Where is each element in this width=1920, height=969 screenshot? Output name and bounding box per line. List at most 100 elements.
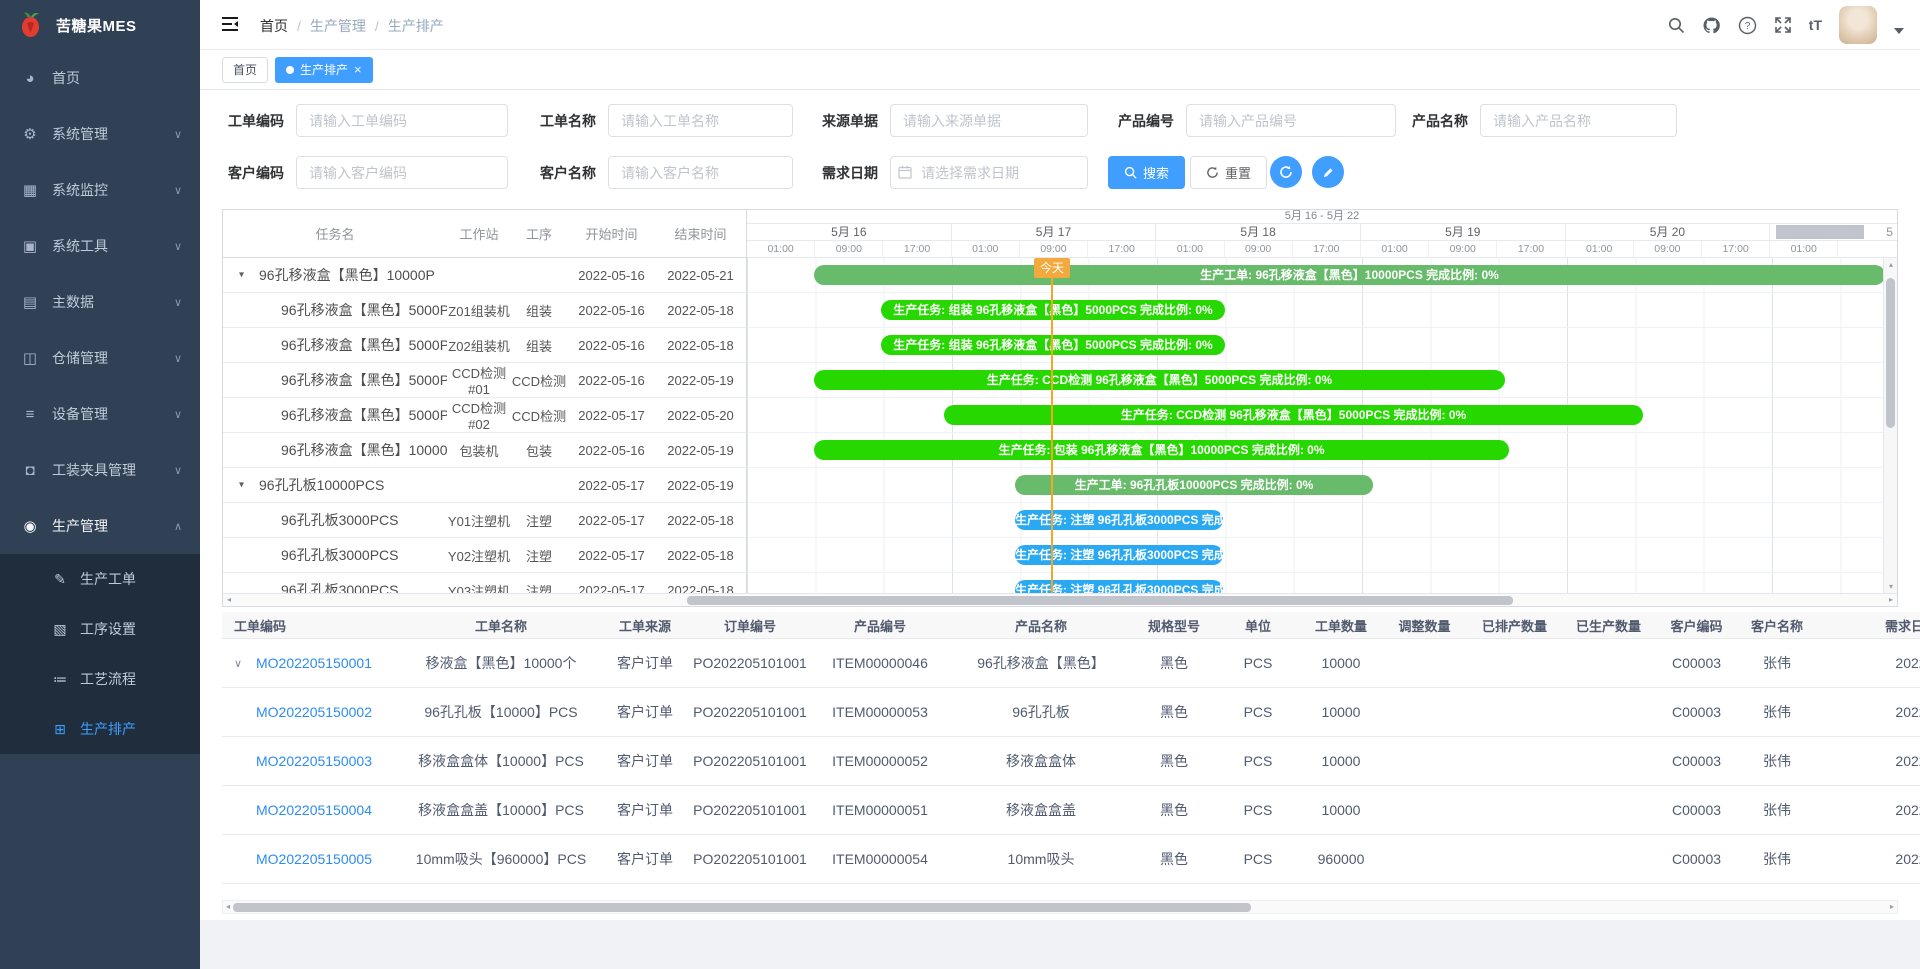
reset-button[interactable]: 重置 <box>1190 156 1267 189</box>
scroll-left-icon[interactable]: ◂ <box>226 902 230 911</box>
source-doc-input[interactable] <box>890 104 1088 137</box>
refresh-circle-button[interactable] <box>1270 156 1302 188</box>
table-row[interactable]: MO20220515000296孔孔板【10000】PCS客户订单PO20220… <box>222 688 1920 737</box>
demand-date-input[interactable] <box>890 156 1088 189</box>
filter-demand-date: 需求日期 <box>822 156 1088 189</box>
table-row[interactable]: MO202205150004移液盒盒盖【10000】PCS客户订单PO20220… <box>222 786 1920 835</box>
app-logo[interactable]: 苦糖果MES <box>0 0 200 50</box>
gantt-vertical-scrollbar[interactable]: ▴ ▾ <box>1883 258 1897 593</box>
help-icon[interactable]: ? <box>1738 16 1757 35</box>
table-col-header: 需求日期 <box>1816 616 1920 635</box>
workorder-link[interactable]: MO202205150005 <box>256 851 372 867</box>
table-cell-source: 客户订单 <box>600 800 690 820</box>
sidebar-subitem-生产排产[interactable]: ⊞生产排产 <box>0 704 200 754</box>
edit-circle-button[interactable] <box>1312 156 1344 188</box>
search-button[interactable]: 搜索 <box>1108 156 1185 189</box>
tab-production-schedule[interactable]: 生产排产 × <box>275 57 373 83</box>
app-title: 苦糖果MES <box>56 15 137 36</box>
sidebar-item-工装夹具管理[interactable]: ◘工装夹具管理∨ <box>0 442 200 498</box>
table-row[interactable]: ∨MO202205150001移液盒【黑色】10000个客户订单PO202205… <box>222 639 1920 688</box>
sidebar-toggle-icon[interactable] <box>220 14 240 34</box>
tree-collapse-icon[interactable]: ▾ <box>239 270 244 281</box>
gantt-horizontal-scrollbar[interactable]: ◂ ▸ <box>223 593 1897 606</box>
scroll-left-icon[interactable]: ◂ <box>227 595 231 604</box>
sidebar-item-首页[interactable]: ◕首页 <box>0 50 200 106</box>
gantt-hscroll-thumb[interactable] <box>687 596 1513 605</box>
sidebar-item-生产管理[interactable]: ◉生产管理∧ <box>0 498 200 554</box>
table-horizontal-scrollbar[interactable]: ◂ ▸ <box>222 900 1898 914</box>
gantt-task-row[interactable]: ▾96孔孔板10000PCS2022-05-172022-05-19 <box>223 468 746 503</box>
customer-name-input[interactable] <box>608 156 793 189</box>
scroll-right-icon[interactable]: ▸ <box>1889 595 1893 604</box>
sidebar-item-主数据[interactable]: ▤主数据∨ <box>0 274 200 330</box>
gantt-hour-header: 01:0009:0017:0001:0009:0017:0001:0009:00… <box>747 241 1897 258</box>
gantt-task-grid: 任务名 工作站 工序 开始时间 结束时间 ▾96孔移液盒【黑色】10000P20… <box>223 210 747 606</box>
gantt-task-row[interactable]: ▾96孔移液盒【黑色】10000P2022-05-162022-05-21 <box>223 258 746 293</box>
task-bar[interactable]: 生产任务: 注塑 96孔孔板3000PCS 完成 <box>1015 545 1223 565</box>
gantt-day-cell: 5月 19 <box>1361 224 1566 240</box>
tree-collapse-icon[interactable]: ▾ <box>239 480 244 491</box>
table-col-header: 产品名称 <box>950 616 1132 635</box>
gantt-task-row[interactable]: 96孔移液盒【黑色】5000PZ02组装机组装2022-05-162022-05… <box>223 328 746 363</box>
product-name-input[interactable] <box>1480 104 1677 137</box>
tab-home[interactable]: 首页 <box>222 57 268 83</box>
breadcrumb-home[interactable]: 首页 <box>260 16 288 36</box>
sidebar-item-设备管理[interactable]: ≡设备管理∨ <box>0 386 200 442</box>
scroll-right-icon[interactable]: ▸ <box>1890 902 1894 911</box>
table-row[interactable]: MO20220515000510mm吸头【960000】PCS客户订单PO202… <box>222 835 1920 884</box>
avatar[interactable] <box>1839 6 1877 44</box>
workorder-link[interactable]: MO202205150002 <box>256 704 372 720</box>
gantt-vscroll-thumb[interactable] <box>1886 278 1895 428</box>
gantt-task-process: 组装 <box>511 336 567 355</box>
sidebar-subitem-工序设置[interactable]: ▧工序设置 <box>0 604 200 654</box>
task-bar[interactable]: 生产任务: CCD检测 96孔移液盒【黑色】5000PCS 完成比例: 0% <box>814 370 1505 390</box>
workorder-table: 工单编码工单名称工单来源订单编号产品编号产品名称规格型号单位工单数量调整数量已排… <box>222 612 1920 884</box>
gantt-task-row[interactable]: 96孔移液盒【黑色】5000PCCD检测#01CCD检测2022-05-1620… <box>223 363 746 398</box>
task-bar[interactable]: 生产任务: CCD检测 96孔移液盒【黑色】5000PCS 完成比例: 0% <box>944 405 1643 425</box>
workorder-link[interactable]: MO202205150001 <box>256 655 372 671</box>
gantt-task-row[interactable]: 96孔移液盒【黑色】5000PZ01组装机组装2022-05-162022-05… <box>223 293 746 328</box>
customer-code-input[interactable] <box>296 156 508 189</box>
task-bar[interactable]: 生产任务: 组装 96孔移液盒【黑色】5000PCS 完成比例: 0% <box>881 300 1225 320</box>
gantt-task-row[interactable]: 96孔移液盒【黑色】5000PCCD检测#02CCD检测2022-05-1720… <box>223 398 746 433</box>
table-row[interactable]: MO202205150003移液盒盒体【10000】PCS客户订单PO20220… <box>222 737 1920 786</box>
workorder-code-input[interactable] <box>296 104 508 137</box>
user-menu-caret-icon[interactable] <box>1894 28 1904 34</box>
tab-close-icon[interactable]: × <box>354 63 362 76</box>
table-col-header: 客户编码 <box>1655 616 1738 635</box>
row-expand-icon[interactable]: ∨ <box>234 657 242 670</box>
work-order-bar[interactable]: 生产工单: 96孔孔板10000PCS 完成比例: 0% <box>1015 475 1373 495</box>
sidebar-subitem-生产工单[interactable]: ✎生产工单 <box>0 554 200 604</box>
gantt-task-row[interactable]: 96孔孔板3000PCSY01注塑机注塑2022-05-172022-05-18 <box>223 503 746 538</box>
font-size-icon[interactable]: tT <box>1809 17 1822 33</box>
sidebar-item-系统管理[interactable]: ⚙系统管理∨ <box>0 106 200 162</box>
task-bar[interactable]: 生产任务: 注塑 96孔孔板3000PCS 完成 <box>1015 580 1223 593</box>
scroll-down-icon[interactable]: ▾ <box>1884 582 1898 591</box>
tab-home-label: 首页 <box>233 61 257 78</box>
workorder-link[interactable]: MO202205150004 <box>256 802 372 818</box>
search-icon[interactable] <box>1668 17 1685 34</box>
sidebar-subitem-工艺流程[interactable]: ≔工艺流程 <box>0 654 200 704</box>
chevron-down-icon: ∨ <box>174 408 182 421</box>
task-bar[interactable]: 生产任务: 注塑 96孔孔板3000PCS 完成 <box>1015 510 1223 530</box>
table-hscroll-thumb[interactable] <box>233 903 1251 912</box>
gantt-day-cell: 5月 20 <box>1566 224 1771 240</box>
product-code-input[interactable] <box>1186 104 1396 137</box>
sidebar-item-仓储管理[interactable]: ◫仓储管理∨ <box>0 330 200 386</box>
github-icon[interactable] <box>1702 16 1721 35</box>
gantt-header-scroll-thumb[interactable] <box>1776 225 1864 239</box>
workorder-link[interactable]: MO202205150003 <box>256 753 372 769</box>
gantt-task-row[interactable]: 96孔孔板3000PCSY03注塑机注塑2022-05-172022-05-18 <box>223 573 746 593</box>
work-order-bar[interactable]: 生产工单: 96孔移液盒【黑色】10000PCS 完成比例: 0% <box>814 265 1885 285</box>
breadcrumb-production[interactable]: 生产管理 <box>288 16 366 36</box>
gantt-task-row[interactable]: 96孔移液盒【黑色】10000包装机包装2022-05-162022-05-19 <box>223 433 746 468</box>
gantt-task-row[interactable]: 96孔孔板3000PCSY02注塑机注塑2022-05-172022-05-18 <box>223 538 746 573</box>
workorder-name-input[interactable] <box>608 104 793 137</box>
sidebar-item-系统监控[interactable]: ▦系统监控∨ <box>0 162 200 218</box>
task-bar[interactable]: 生产任务: 组装 96孔移液盒【黑色】5000PCS 完成比例: 0% <box>881 335 1225 355</box>
fullscreen-icon[interactable] <box>1774 16 1792 34</box>
task-bar[interactable]: 生产任务: 包装 96孔移液盒【黑色】10000PCS 完成比例: 0% <box>814 440 1509 460</box>
gantt-day-cell: 5月 16 <box>747 224 952 240</box>
scroll-up-icon[interactable]: ▴ <box>1884 260 1898 269</box>
sidebar-item-系统工具[interactable]: ▣系统工具∨ <box>0 218 200 274</box>
